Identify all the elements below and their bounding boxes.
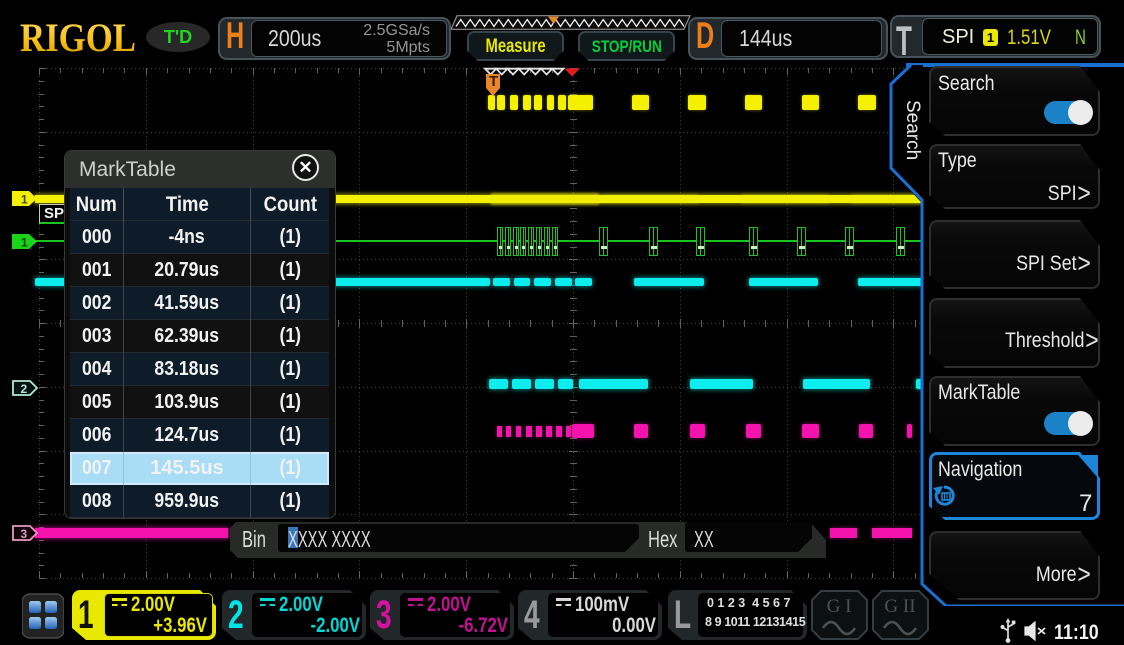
svg-text:G II: G II: [884, 596, 915, 617]
svg-text:3: 3: [21, 527, 28, 541]
svg-text:2: 2: [21, 382, 28, 396]
svg-text:G I: G I: [827, 596, 852, 617]
svg-text:1: 1: [21, 193, 28, 207]
svg-text:1: 1: [21, 236, 28, 250]
